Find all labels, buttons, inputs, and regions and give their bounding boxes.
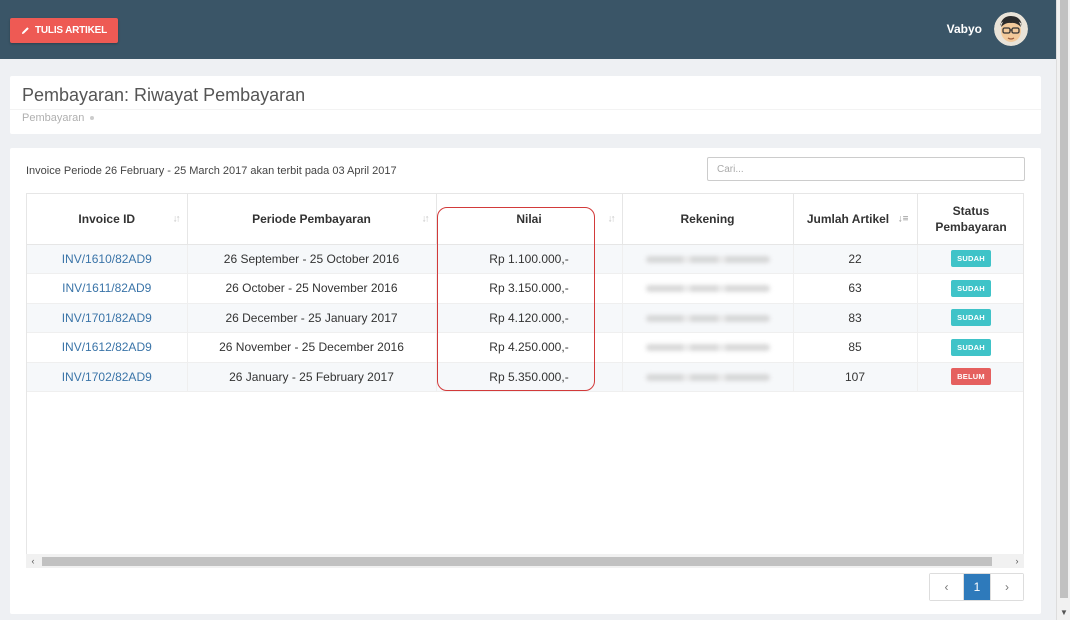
invoice-info-text: Invoice Periode 26 February - 25 March 2… xyxy=(26,165,397,177)
scroll-down-icon[interactable]: ▼ xyxy=(1057,606,1070,620)
pagination-next-button[interactable]: › xyxy=(990,574,1023,600)
blurred-account xyxy=(645,255,770,263)
nilai-cell: Rp 3.150.000,- xyxy=(436,273,623,304)
column-header-periode[interactable]: Periode Pembayaran ↓↑ xyxy=(187,194,437,245)
page-scrollbar-thumb[interactable] xyxy=(1060,0,1068,598)
pencil-icon xyxy=(21,27,29,35)
pagination-page-1[interactable]: 1 xyxy=(963,574,990,600)
sort-icon[interactable]: ↓↑ xyxy=(608,213,616,224)
pagination: ‹ 1 › xyxy=(929,573,1024,601)
periode-cell: 26 December - 25 January 2017 xyxy=(187,303,437,333)
invoice-id-link[interactable]: INV/1610/82AD9 xyxy=(27,244,188,274)
search-input[interactable] xyxy=(707,157,1025,181)
status-cell: SUDAH xyxy=(917,303,1023,333)
nilai-cell: Rp 5.350.000,- xyxy=(436,362,623,392)
jumlah-artikel-cell: 63 xyxy=(793,273,918,304)
invoice-id-link[interactable]: INV/1611/82AD9 xyxy=(27,273,188,304)
status-cell: BELUM xyxy=(917,362,1023,392)
column-header-nilai[interactable]: Nilai ↓↑ xyxy=(436,194,623,245)
user-menu[interactable]: Vabyo xyxy=(947,12,1028,46)
top-bar: TULIS ARTIKEL Vabyo xyxy=(0,0,1056,59)
table-row: INV/1701/82AD9 26 December - 25 January … xyxy=(27,303,1023,333)
jumlah-artikel-cell: 83 xyxy=(793,303,918,333)
status-badge: SUDAH xyxy=(951,338,991,356)
jumlah-artikel-cell: 85 xyxy=(793,332,918,363)
page-title: Pembayaran: Riwayat Pembayaran xyxy=(22,85,306,105)
rekening-cell xyxy=(622,362,794,392)
periode-cell: 26 November - 25 December 2016 xyxy=(187,332,437,363)
scroll-right-icon[interactable]: › xyxy=(1010,554,1024,568)
rekening-cell xyxy=(622,303,794,333)
invoice-id-link[interactable]: INV/1612/82AD9 xyxy=(27,332,188,363)
table-scrollbar-thumb[interactable] xyxy=(42,557,992,566)
column-header-invoice-id[interactable]: Invoice ID ↓↑ xyxy=(27,194,188,245)
sort-icon[interactable]: ↓↑ xyxy=(422,213,430,224)
table-row: INV/1610/82AD9 26 September - 25 October… xyxy=(27,244,1023,274)
blurred-account xyxy=(645,285,770,293)
table-row: INV/1611/82AD9 26 October - 25 November … xyxy=(27,273,1023,304)
periode-cell: 26 September - 25 October 2016 xyxy=(187,244,437,274)
breadcrumb-dot-icon xyxy=(90,116,95,120)
status-badge: SUDAH xyxy=(951,250,991,268)
table-horizontal-scrollbar[interactable]: ‹ › xyxy=(26,554,1024,568)
main-panel: Invoice Periode 26 February - 25 March 2… xyxy=(10,148,1041,614)
nilai-cell: Rp 4.250.000,- xyxy=(436,332,623,363)
user-name: Vabyo xyxy=(946,22,982,36)
rekening-cell xyxy=(622,244,794,274)
periode-cell: 26 October - 25 November 2016 xyxy=(187,273,437,304)
write-article-button[interactable]: TULIS ARTIKEL xyxy=(10,18,118,43)
write-article-label: TULIS ARTIKEL xyxy=(34,25,108,36)
rekening-cell xyxy=(622,273,794,304)
jumlah-artikel-cell: 22 xyxy=(793,244,918,274)
scroll-left-icon[interactable]: ‹ xyxy=(26,554,40,568)
status-cell: SUDAH xyxy=(917,273,1023,304)
periode-cell: 26 January - 25 February 2017 xyxy=(187,362,437,392)
jumlah-artikel-cell: 107 xyxy=(793,362,918,392)
column-header-rekening[interactable]: Rekening xyxy=(622,194,794,245)
status-cell: SUDAH xyxy=(917,332,1023,363)
table-row: INV/1702/82AD9 26 January - 25 February … xyxy=(27,362,1023,392)
status-cell: SUDAH xyxy=(917,244,1023,274)
blurred-account xyxy=(645,344,770,352)
blurred-account xyxy=(645,373,770,381)
invoice-id-link[interactable]: INV/1701/82AD9 xyxy=(27,303,188,333)
sort-icon[interactable]: ↓↑ xyxy=(173,213,181,224)
status-badge: SUDAH xyxy=(951,309,991,327)
sort-ascending-icon[interactable]: ↓≡ xyxy=(898,213,909,224)
column-header-status[interactable]: Status Pembayaran xyxy=(917,194,1023,245)
nilai-cell: Rp 4.120.000,- xyxy=(436,303,623,333)
breadcrumb-item-pembayaran[interactable]: Pembayaran xyxy=(22,112,84,124)
payment-table: Invoice ID ↓↑ Periode Pembayaran ↓↑ Nilai ↓… xyxy=(27,194,1023,392)
page-header: Pembayaran: Riwayat Pembayaran Pembayara… xyxy=(10,76,1041,134)
pagination-prev-button[interactable]: ‹ xyxy=(930,574,963,600)
blurred-account xyxy=(645,314,770,322)
rekening-cell xyxy=(622,332,794,363)
table-row: INV/1612/82AD9 26 November - 25 December… xyxy=(27,332,1023,363)
table-header-row: Invoice ID ↓↑ Periode Pembayaran ↓↑ Nilai ↓… xyxy=(27,194,1023,245)
breadcrumb: Pembayaran xyxy=(22,112,95,124)
header-divider xyxy=(10,109,1041,110)
status-badge: BELUM xyxy=(951,368,991,386)
nilai-cell: Rp 1.100.000,- xyxy=(436,244,623,274)
column-header-jumlah-artikel[interactable]: Jumlah Artikel ↓≡ xyxy=(793,194,918,245)
invoice-id-link[interactable]: INV/1702/82AD9 xyxy=(27,362,188,392)
avatar[interactable] xyxy=(994,12,1028,46)
page-scrollbar[interactable]: ▼ xyxy=(1056,0,1070,620)
payment-table-container: Invoice ID ↓↑ Periode Pembayaran ↓↑ Nilai ↓… xyxy=(26,193,1024,565)
status-badge: SUDAH xyxy=(951,279,991,297)
